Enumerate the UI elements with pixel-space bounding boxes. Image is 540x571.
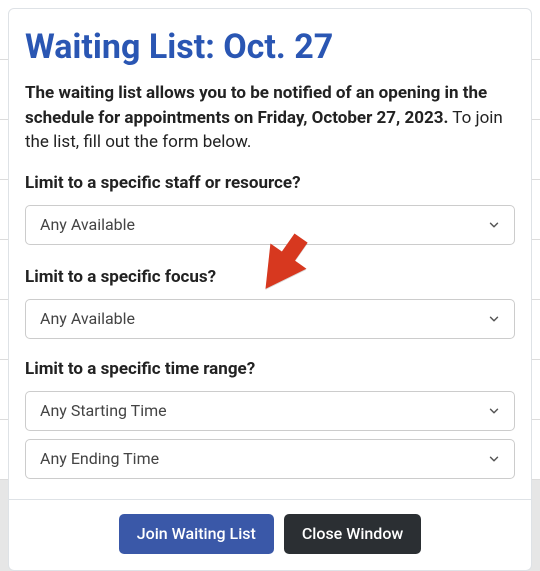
modal-description: The waiting list allows you to be notifi… <box>25 81 515 155</box>
staff-select[interactable]: Any Available <box>25 205 515 245</box>
focus-select-wrap: Any Available <box>25 299 515 339</box>
staff-label: Limit to a specific staff or resource? <box>25 173 515 193</box>
staff-select-wrap: Any Available <box>25 205 515 245</box>
time-range-label: Limit to a specific time range? <box>25 359 515 379</box>
join-waiting-list-button[interactable]: Join Waiting List <box>119 514 274 554</box>
divider <box>9 499 531 500</box>
waiting-list-modal: Waiting List: Oct. 27 The waiting list a… <box>8 8 532 571</box>
modal-description-bold: The waiting list allows you to be notifi… <box>25 83 487 128</box>
modal-title: Waiting List: Oct. 27 <box>25 27 515 67</box>
modal-scrim: Waiting List: Oct. 27 The waiting list a… <box>0 0 540 544</box>
focus-label: Limit to a specific focus? <box>25 267 515 287</box>
button-row: Join Waiting List Close Window <box>25 514 515 554</box>
start-time-select-wrap: Any Starting Time <box>25 391 515 431</box>
close-window-button[interactable]: Close Window <box>284 514 421 554</box>
end-time-select[interactable]: Any Ending Time <box>25 439 515 479</box>
focus-select[interactable]: Any Available <box>25 299 515 339</box>
start-time-select[interactable]: Any Starting Time <box>25 391 515 431</box>
end-time-select-wrap: Any Ending Time <box>25 439 515 479</box>
